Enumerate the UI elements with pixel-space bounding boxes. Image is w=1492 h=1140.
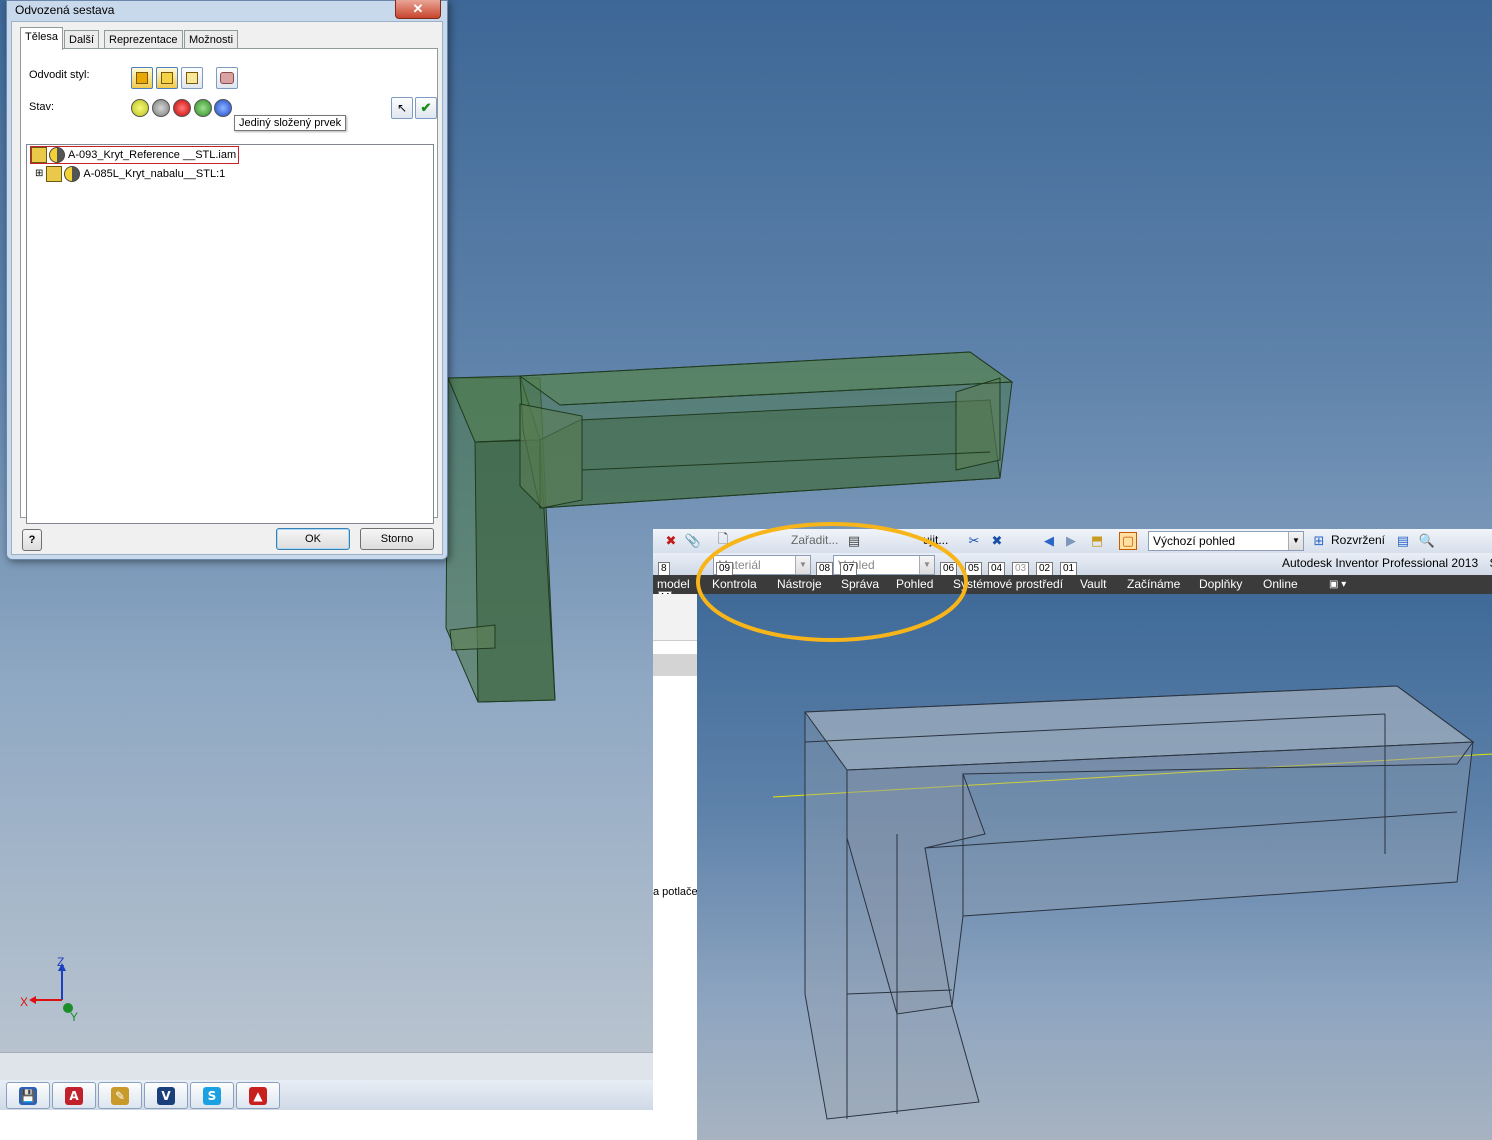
tree-row-root[interactable]: A-093_Kryt_Reference __STL.iam <box>29 146 240 164</box>
tab-bodies[interactable]: Tělesa <box>20 27 64 50</box>
yellow-highlight-ellipse <box>696 522 968 642</box>
composite-feature-icon <box>220 72 234 84</box>
subassembly-icon <box>46 166 63 182</box>
tree-row-child[interactable]: ⊞ A-085L_Kryt_nabalu__STL:1 <box>35 166 225 182</box>
tree-root-label: A-093_Kryt_Reference __STL.iam <box>68 149 237 161</box>
pointer-icon: ↖ <box>396 101 408 115</box>
select-pointer-button[interactable]: ↖ <box>391 97 413 119</box>
keytip: 01 <box>1060 562 1078 576</box>
exclude-status-icon[interactable] <box>152 99 170 117</box>
assembly-icon <box>31 147 47 163</box>
expand-icon[interactable]: ⊞ <box>35 166 43 182</box>
view-representation-combo[interactable]: Výchozí pohled ▼ <box>1148 531 1304 551</box>
taskbar-button[interactable]: ✎ <box>98 1082 142 1109</box>
keytip: 8 <box>658 562 670 576</box>
menu-add-ins[interactable]: Doplňky <box>1199 575 1242 594</box>
camera-icon[interactable]: ▣ ▾ <box>1329 575 1346 594</box>
inventor-icon: ✎ <box>111 1086 129 1105</box>
ok-button[interactable]: OK <box>276 528 350 550</box>
window-icon[interactable]: ▤ <box>1395 533 1411 549</box>
autodesk-a-icon: A <box>65 1086 83 1105</box>
status-icon <box>64 166 81 182</box>
tab-other[interactable]: Další <box>64 30 100 49</box>
taskbar-button[interactable]: A <box>52 1082 96 1109</box>
check-icon: ✔ <box>420 100 432 115</box>
confirm-check-button[interactable]: ✔ <box>415 97 437 119</box>
taskbar-button[interactable]: ▲ <box>236 1082 280 1109</box>
axis-y-label: Y <box>70 1010 79 1024</box>
derived-assembly-dialog: Odvozená sestava ✕ Tělesa Další Reprezen… <box>6 0 448 560</box>
keytip: 03 <box>1012 562 1030 576</box>
menu-get-started[interactable]: Začínáme <box>1127 575 1180 594</box>
save-icon: 💾 <box>19 1086 37 1105</box>
style-merged-solid-button[interactable] <box>156 67 178 89</box>
tooltip: Jediný složený prvek <box>234 115 347 131</box>
cancel-button[interactable]: Storno <box>360 528 434 550</box>
taskbar: 💾 A ✎ V S ▲ <box>0 1080 653 1110</box>
help-button[interactable]: ? <box>22 529 42 551</box>
axis-z-label: Z <box>57 955 65 969</box>
app-title-text: Autodesk Inventor Professional 2013 <box>1282 556 1479 570</box>
full-screen-icon[interactable]: ▢ <box>1119 532 1137 550</box>
dialog-body: Tělesa Další Reprezentace Možnosti Odvod… <box>11 21 443 555</box>
close-button[interactable]: ✕ <box>395 0 441 19</box>
merged-solid-icon <box>161 72 173 84</box>
menu-vault[interactable]: Vault <box>1080 575 1106 594</box>
subtract-status-icon[interactable] <box>173 99 191 117</box>
multiple-solids-icon <box>186 72 198 84</box>
tab-representations[interactable]: Reprezentace <box>104 30 183 49</box>
dialog-title: Odvozená sestava <box>15 3 115 17</box>
keytip: 02 <box>1036 562 1054 576</box>
zoom-icon[interactable]: 🔍 <box>1419 533 1435 549</box>
chevron-down-icon: ▼ <box>1288 532 1303 550</box>
panel-text: a potlače <box>653 886 698 898</box>
grey-model <box>772 685 1492 1120</box>
style-composite-feature-button[interactable] <box>216 67 238 89</box>
single-solid-icon <box>136 72 148 84</box>
keytip: 04 <box>988 562 1006 576</box>
back-icon[interactable]: ◀ <box>1041 533 1057 549</box>
tree-child-label: A-085L_Kryt_nabalu__STL:1 <box>83 168 226 180</box>
bounding-status-icon[interactable] <box>194 99 212 117</box>
pdf-icon: ▲ <box>249 1086 267 1105</box>
viewport-right[interactable] <box>697 594 1492 1140</box>
state-label: Stav: <box>29 101 55 113</box>
forward-icon[interactable]: ▶ <box>1063 533 1079 549</box>
style-multiple-solids-button[interactable] <box>181 67 203 89</box>
status-strip <box>0 1052 653 1081</box>
taskbar-button[interactable]: V <box>144 1082 188 1109</box>
component-tree[interactable]: A-093_Kryt_Reference __STL.iam ⊞ A-085L_… <box>26 144 434 524</box>
taskbar-button[interactable]: S <box>190 1082 234 1109</box>
status-icon <box>49 147 65 163</box>
layout-button[interactable]: Rozvržení <box>1331 533 1385 547</box>
skype-icon: S <box>203 1086 221 1105</box>
axis-x-label: X <box>20 995 29 1009</box>
mixed-status-icon[interactable] <box>214 99 232 117</box>
browser-panel[interactable] <box>653 594 697 1140</box>
axis-triad: Z X Y <box>20 955 90 1025</box>
return-icon[interactable]: ⬒ <box>1089 533 1105 549</box>
delete-icon[interactable]: ✖ <box>663 533 679 549</box>
include-status-icon[interactable] <box>131 99 149 117</box>
style-single-solid-button[interactable] <box>131 67 153 89</box>
view-combo-value: Výchozí pohled <box>1153 534 1236 548</box>
layout-icon[interactable]: ⊞ <box>1311 533 1327 549</box>
app-title: Autodesk Inventor Professional 2013 S <box>1282 556 1492 570</box>
derive-style-label: Odvodit styl: <box>29 69 90 81</box>
taskbar-button[interactable]: 💾 <box>6 1082 50 1109</box>
menu-online[interactable]: Online <box>1263 575 1298 594</box>
help-icon: ? <box>28 534 36 546</box>
excel-icon[interactable]: ✖ <box>989 533 1005 549</box>
tab-options[interactable]: Možnosti <box>184 30 239 49</box>
vault-icon: V <box>157 1086 175 1105</box>
close-icon: ✕ <box>412 1 424 16</box>
